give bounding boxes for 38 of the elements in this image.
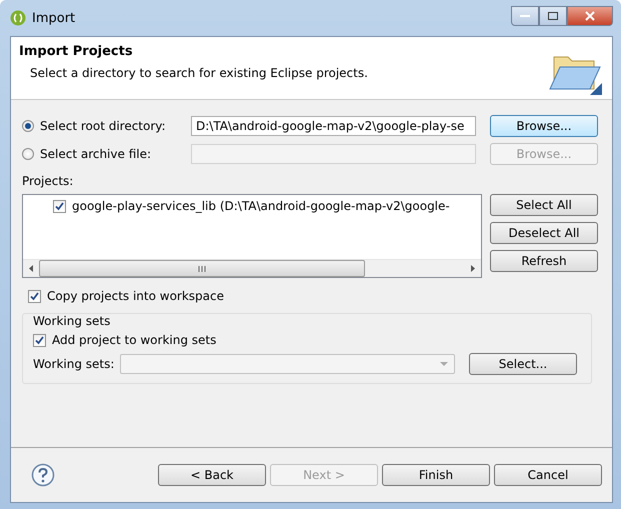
window-title: Import [32, 10, 76, 26]
list-action-button[interactable]: Refresh [490, 250, 598, 272]
page-title: Import Projects [19, 44, 134, 59]
app-icon [10, 10, 26, 26]
checkbox[interactable] [53, 200, 66, 212]
checkbox[interactable] [28, 290, 41, 302]
minimize-button[interactable] [511, 6, 539, 26]
path-field[interactable]: D:\TA\android-google-map-v2\google-play-se [191, 116, 476, 136]
checkbox-label: Add project to working sets [52, 333, 216, 347]
dropdown-arrow-icon [440, 362, 448, 366]
page-description: Select a directory to search for existing Eclipse projects. [30, 66, 369, 80]
close-icon [585, 11, 595, 21]
maximize-icon [548, 12, 558, 20]
maximize-button[interactable] [539, 6, 567, 26]
select-button[interactable]: Select... [469, 353, 577, 375]
list-action-button[interactable]: Select All [490, 194, 598, 216]
grip-icon [198, 266, 206, 272]
wizard-button[interactable]: Cancel [494, 464, 602, 486]
left-arrow-icon[interactable] [29, 265, 33, 272]
list-action-button[interactable]: Deselect All [490, 222, 598, 244]
project-item[interactable]: google-play-services_lib (D:\TA\android-google-map-v2\google- [72, 199, 450, 213]
close-button[interactable] [567, 6, 613, 26]
right-arrow-icon[interactable] [471, 265, 475, 272]
checkbox[interactable] [33, 334, 46, 346]
radio-label: Select archive file: [40, 147, 152, 161]
browse-button[interactable]: Browse... [490, 115, 598, 137]
projects-label: Projects: [22, 174, 74, 188]
wizard-button[interactable]: < Back [158, 464, 266, 486]
wizard-button[interactable]: Finish [382, 464, 490, 486]
radio-button[interactable] [22, 120, 34, 132]
path-field[interactable] [191, 144, 476, 164]
minimize-icon [520, 14, 530, 18]
radio-label: Select root directory: [40, 119, 167, 133]
radio-button[interactable] [22, 148, 34, 160]
horizontal-scrollbar[interactable] [23, 259, 481, 277]
checkbox-label: Copy projects into workspace [47, 289, 224, 303]
help-icon[interactable] [31, 463, 55, 487]
field-label: Working sets: [33, 357, 114, 371]
